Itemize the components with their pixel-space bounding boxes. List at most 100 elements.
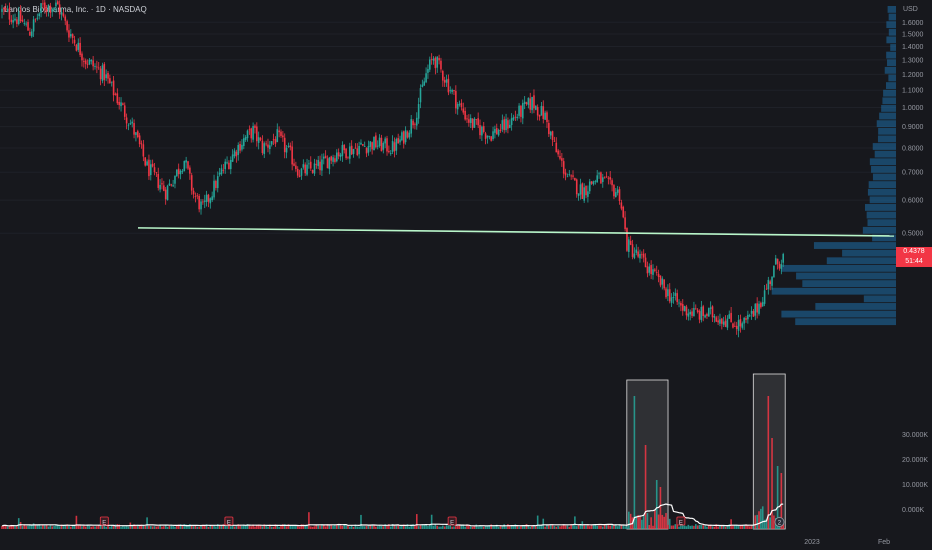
volume-profile-row [813, 242, 896, 249]
candle-body [88, 59, 91, 65]
candle-body [269, 145, 271, 150]
candle-body [572, 175, 574, 177]
time-axis[interactable]: 2023 Feb [804, 539, 890, 546]
volume-tick-label: 0.000K [902, 507, 925, 514]
candle-body [395, 138, 398, 151]
candle-body [605, 176, 608, 178]
candle-body [371, 142, 373, 150]
candle-body [58, 4, 61, 15]
volume-bar [155, 526, 158, 529]
volume-bar [352, 526, 355, 529]
candle-body [575, 179, 578, 195]
price-axis[interactable]: USD 1.6000 1.5000 1.4000 1.3000 1.2000 1.1000… [902, 6, 924, 238]
candle-body [71, 34, 74, 38]
candle-body [192, 190, 195, 195]
candle-body [362, 144, 364, 146]
candle-body [449, 90, 452, 92]
candle-body [343, 144, 346, 151]
candle-body [332, 157, 334, 162]
candle-body [101, 65, 104, 81]
candle-body [14, 18, 16, 21]
volume-bar [613, 525, 615, 529]
candle-body [490, 136, 492, 141]
volume-profile-row [886, 21, 896, 29]
candle-body [263, 143, 266, 155]
candle-body [427, 69, 429, 73]
candle-body [153, 167, 156, 173]
candle-body [6, 9, 9, 11]
volume-bar [672, 525, 675, 529]
price-tick-label: 1.0000 [902, 105, 924, 112]
price-chart[interactable]: E E E E 2 USD 1.6000 1.5000 1.4000 1.3000 1.2000… [0, 0, 932, 550]
candle-body [196, 195, 199, 197]
candle-body [402, 131, 405, 144]
volume-bar [380, 525, 383, 529]
candle-body [719, 319, 721, 324]
candle-body [306, 164, 308, 175]
candle-body [378, 137, 381, 147]
volume-bar [693, 525, 695, 529]
volume-bar [19, 522, 22, 529]
volume-profile-row [876, 120, 896, 128]
volume-bar [520, 525, 522, 529]
candle-body [309, 161, 312, 169]
candle-body [322, 156, 325, 159]
candle-body [336, 152, 338, 162]
volume-bar [250, 526, 253, 529]
volume-bar [334, 524, 336, 529]
candle-body [600, 172, 602, 184]
candle-body [412, 120, 414, 126]
candle-body [440, 60, 442, 70]
earnings-marker: E [447, 516, 457, 527]
volume-bar [30, 525, 33, 529]
candle-body [674, 292, 677, 296]
candle-body [423, 81, 426, 86]
candle-body [659, 275, 662, 286]
candle-body [176, 169, 178, 177]
candle-body [163, 185, 165, 191]
volume-bar [689, 525, 691, 529]
candle-body [110, 81, 113, 83]
candle-body [520, 105, 522, 117]
volume-bar [350, 525, 353, 529]
candle-body [112, 80, 115, 96]
candle-body [66, 21, 68, 31]
candle-body [717, 320, 719, 323]
volume-bar [27, 525, 29, 529]
candle-body [758, 303, 760, 314]
volume-bar [144, 525, 147, 529]
volume-bar [427, 526, 429, 529]
volume-bar [309, 526, 312, 529]
volume-bar [363, 526, 366, 529]
candle-body [60, 12, 63, 15]
candle-body [122, 103, 124, 105]
candle-body [96, 66, 98, 68]
volume-bar [622, 525, 625, 529]
candle-body [711, 306, 714, 318]
candle-body [136, 131, 139, 138]
candle-body [667, 289, 669, 297]
chart-stage[interactable]: Landos Biopharma, Inc. · 1D · NASDAQ EEE… [0, 0, 932, 550]
candle-body [557, 150, 559, 155]
candle-body [655, 271, 658, 273]
volume-bar [21, 526, 24, 529]
horizontal-support-line[interactable] [137, 227, 895, 237]
candle-body [637, 251, 639, 257]
volume-bar [670, 525, 673, 529]
volume-bar [198, 526, 200, 529]
candle-body [73, 39, 76, 44]
volume-bar [285, 526, 288, 529]
candle-body [533, 95, 535, 109]
candle-body [229, 159, 232, 170]
volume-bar [83, 525, 85, 529]
volume-bar [471, 526, 474, 529]
candle-body [522, 103, 524, 119]
event-label: E [679, 521, 683, 527]
volume-bar [151, 526, 154, 529]
candle-body [616, 189, 619, 193]
candle-body [594, 181, 597, 182]
candle-body [321, 159, 323, 171]
volume-bar [200, 525, 202, 529]
volume-bar [296, 526, 299, 529]
volume-profile-row [869, 196, 896, 204]
